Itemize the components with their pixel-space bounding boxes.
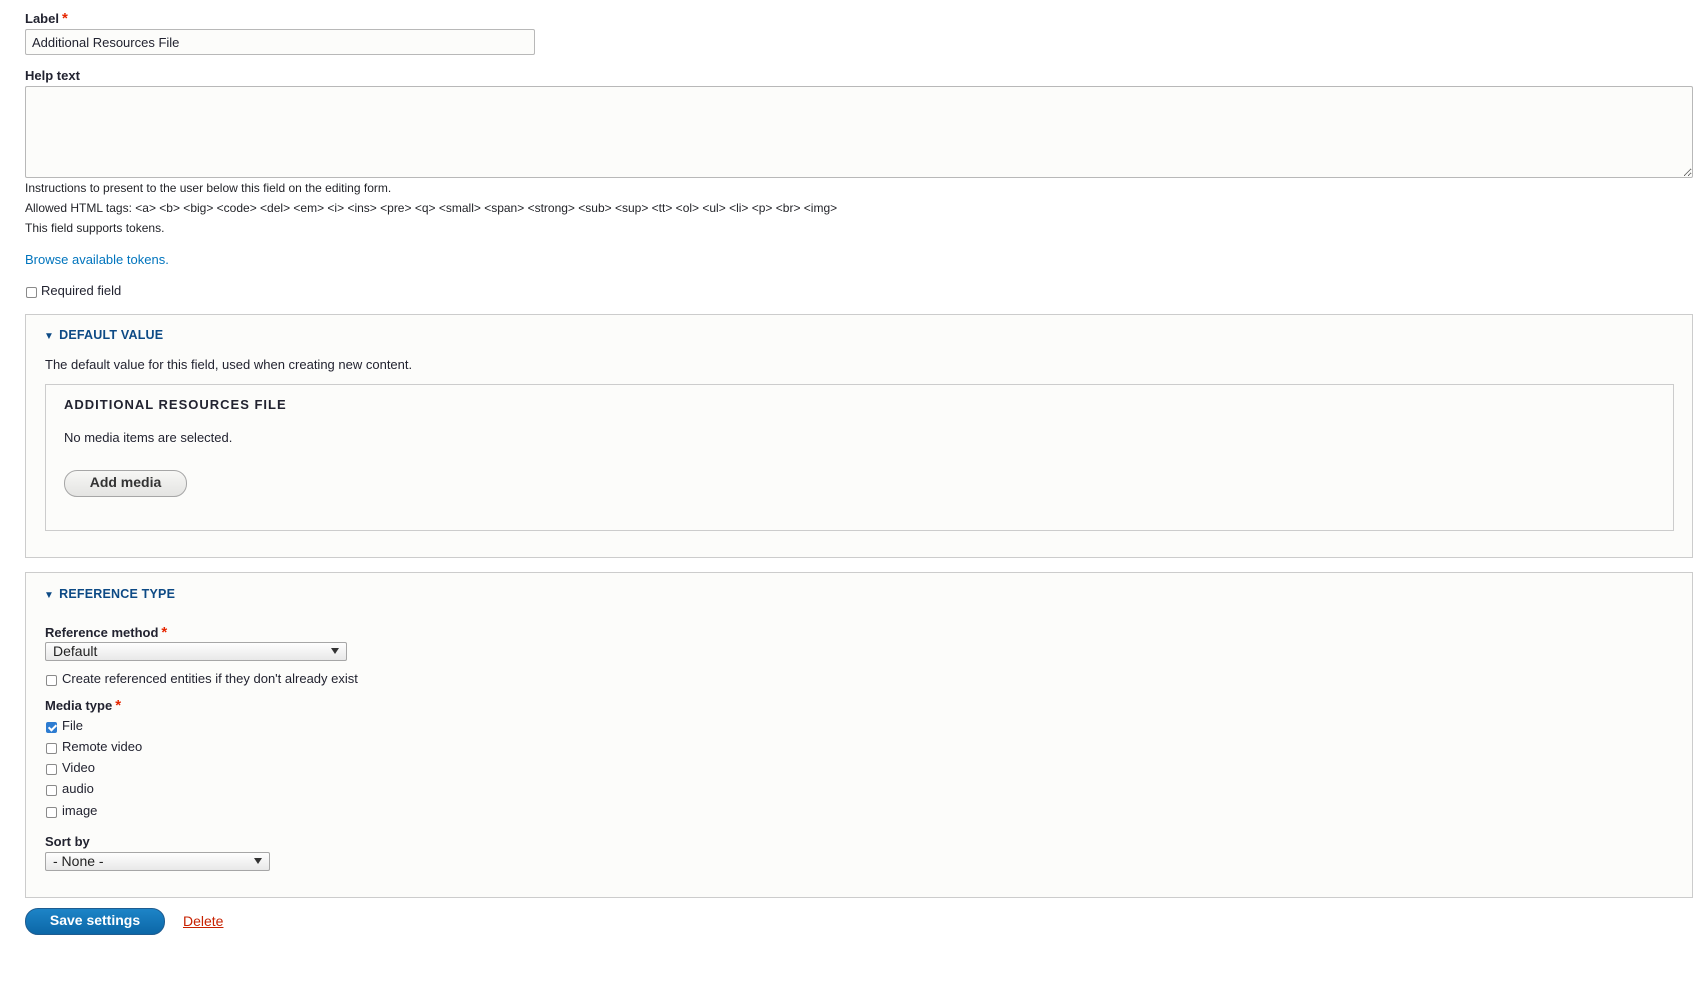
required-marker: * [61,10,68,27]
media-type-file-checkbox[interactable] [46,722,57,733]
default-value-summary-text: Default value [59,328,164,342]
reference-type-summary-text: Reference type [59,587,176,601]
media-type-image-label: image [62,803,98,818]
tokens-support-note: This field supports tokens. [25,221,165,235]
required-field-label: Required field [41,283,122,298]
media-type-image-checkbox[interactable] [46,807,57,818]
reference-method-select[interactable]: Default [45,642,347,661]
media-type-remote-video-checkbox[interactable] [46,743,57,754]
media-type-label: Media type * [45,697,121,714]
default-value-description: The default value for this field, used w… [45,357,413,372]
help-text-description-1: Instructions to present to the user belo… [25,181,392,195]
save-settings-button[interactable]: Save settings [25,908,165,935]
reference-method-label: Reference method * [45,624,167,641]
label-text: Label [25,11,59,26]
required-field-checkbox[interactable] [26,287,37,298]
allowed-html-tags: Allowed HTML tags: <a> <b> <big> <code> … [25,201,838,215]
media-type-remote-video-label: Remote video [62,739,143,754]
help-text-textarea[interactable] [25,86,1693,178]
chevron-down-icon [254,858,262,864]
auto-create-label: Create referenced entities if they don't… [62,671,358,686]
required-marker: * [115,697,122,714]
delete-link[interactable]: Delete [183,913,223,929]
no-media-text: No media items are selected. [64,430,233,445]
sort-by-value: - None - [53,853,104,869]
collapse-triangle-icon: ▼ [44,590,55,601]
help-text-label: Help text [25,68,80,83]
media-widget-title: ADDITIONAL RESOURCES FILE [64,397,287,412]
required-marker: * [161,624,168,641]
media-type-audio-label: audio [62,781,94,796]
chevron-down-icon [331,648,339,654]
media-type-video-checkbox[interactable] [46,764,57,775]
auto-create-checkbox[interactable] [46,675,57,686]
label-field-label: Label * [25,10,68,27]
reference-method-text: Reference method [45,625,159,640]
collapse-triangle-icon: ▼ [44,331,55,342]
reference-type-summary[interactable]: ▼ Reference type [44,587,175,601]
label-input[interactable] [25,29,535,55]
reference-type-fieldset [25,572,1693,898]
sort-by-label: Sort by [45,834,90,849]
media-type-text: Media type [45,698,113,713]
sort-by-select[interactable]: - None - [45,852,270,871]
media-widget-box [45,384,1674,531]
media-type-file-label: File [62,718,83,733]
browse-tokens-link[interactable]: Browse available tokens. [25,252,169,267]
add-media-button[interactable]: Add media [64,470,187,497]
default-value-summary[interactable]: ▼ Default value [44,328,163,342]
media-type-audio-checkbox[interactable] [46,785,57,796]
media-type-video-label: Video [62,760,96,775]
reference-method-value: Default [53,643,98,659]
